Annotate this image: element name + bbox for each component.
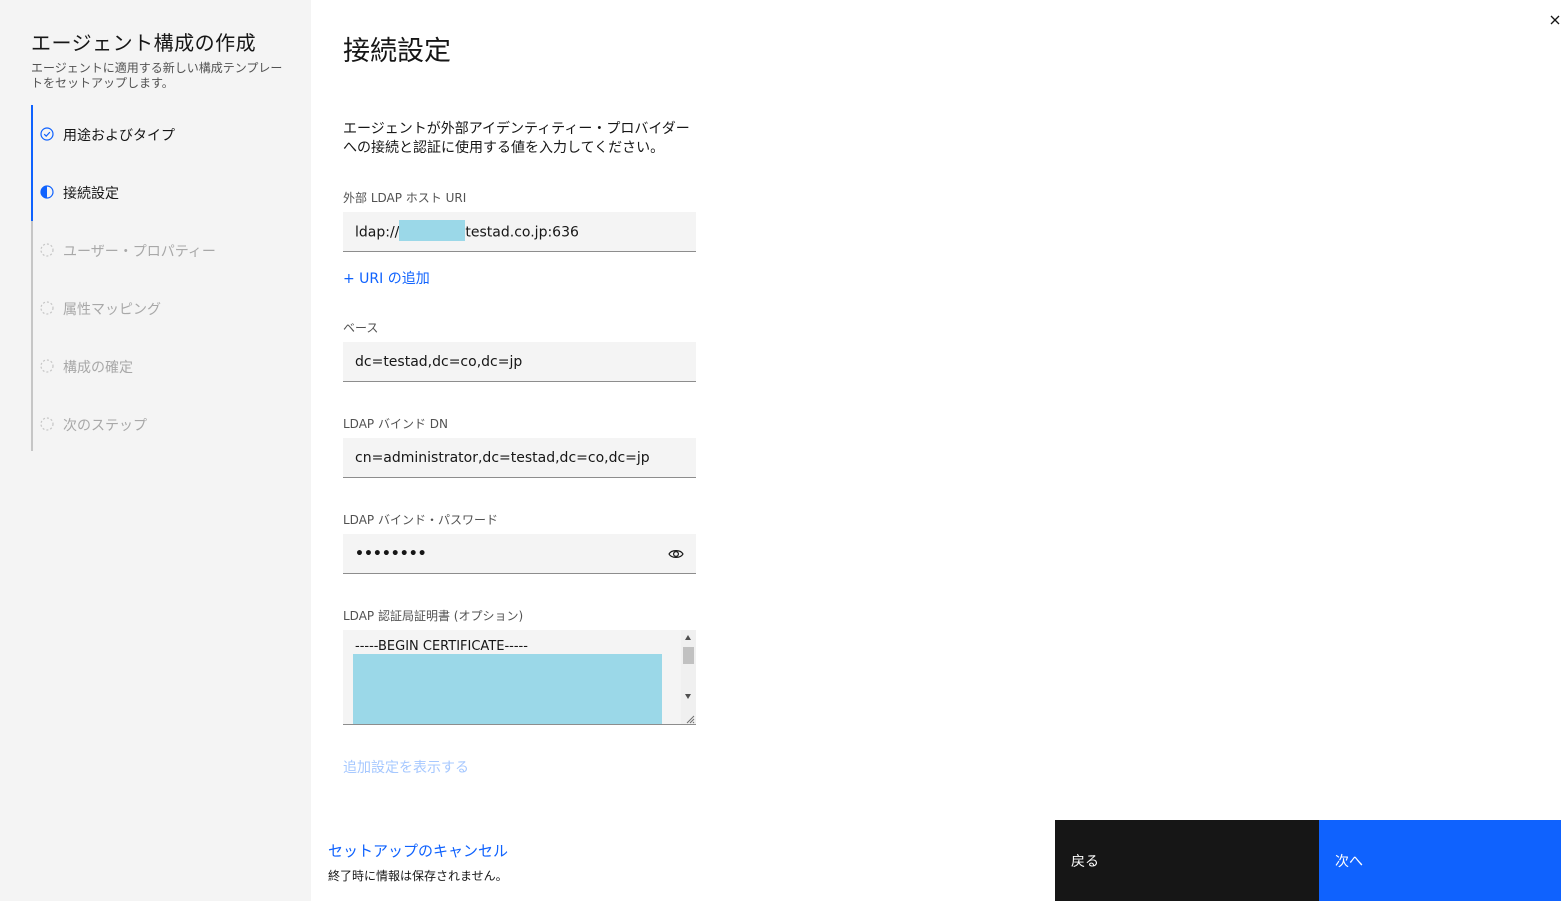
checkmark-outline-icon	[40, 127, 54, 141]
bind-password-label: LDAP バインド・パスワード	[343, 513, 498, 527]
dashed-circle-icon	[40, 301, 54, 315]
scroll-down-arrow-icon[interactable]	[685, 694, 691, 699]
dashed-circle-icon	[40, 417, 54, 431]
step-confirm-configuration[interactable]: 構成の確定	[31, 337, 291, 395]
step-label: 次のステップ	[63, 418, 147, 434]
step-next-steps[interactable]: 次のステップ	[31, 395, 291, 451]
ldap-uri-label: 外部 LDAP ホスト URI	[343, 191, 467, 205]
step-label: ユーザー・プロパティー	[63, 244, 216, 260]
page-title: 接続設定	[343, 36, 451, 67]
step-usage-and-type[interactable]: 用途およびタイプ	[31, 105, 291, 163]
cancel-note: 終了時に情報は保存されません。	[328, 869, 508, 883]
textarea-scrollbar[interactable]	[681, 630, 696, 724]
scroll-up-arrow-icon[interactable]	[685, 635, 691, 640]
ca-cert-label: LDAP 認証局証明書 (オプション)	[343, 609, 524, 623]
bind-password-input[interactable]: ••••••••	[343, 534, 696, 574]
step-label: 構成の確定	[63, 360, 133, 376]
step-label: 接続設定	[63, 186, 119, 202]
dashed-circle-icon	[40, 243, 54, 257]
ldap-uri-prefix: ldap://	[355, 224, 400, 241]
ldap-uri-suffix: testad.co.jp:636	[465, 224, 579, 241]
bind-dn-input[interactable]: cn=administrator,dc=testad,dc=co,dc=jp	[343, 438, 696, 478]
step-attribute-mapping[interactable]: 属性マッピング	[31, 279, 291, 337]
dashed-circle-icon	[40, 359, 54, 373]
ldap-uri-input[interactable]: ldap:// testad.co.jp:636	[343, 212, 696, 252]
next-button[interactable]: 次へ	[1319, 820, 1561, 901]
redacted-certificate	[353, 654, 662, 724]
scroll-thumb[interactable]	[683, 647, 694, 664]
sidebar-description: エージェントに適用する新しい構成テンプレートをセットアップします。	[31, 61, 283, 90]
intro-text: エージェントが外部アイデンティティー・プロバイダーへの接続と認証に使用する値を入…	[343, 121, 690, 156]
step-user-properties[interactable]: ユーザー・プロパティー	[31, 221, 291, 279]
incomplete-half-icon	[40, 185, 54, 199]
progress-indicator: 用途およびタイプ 接続設定 ユーザー・プロパティー 属性マッピング 構成の確定 …	[31, 105, 291, 451]
close-icon[interactable]	[1549, 14, 1561, 26]
cert-first-line: -----BEGIN CERTIFICATE-----	[355, 639, 528, 654]
base-label: ベース	[343, 321, 379, 335]
ca-cert-textarea[interactable]: -----BEGIN CERTIFICATE-----	[343, 630, 696, 725]
resize-grip-icon[interactable]	[685, 714, 695, 724]
eye-icon[interactable]	[668, 547, 684, 561]
sidebar-title: エージェント構成の作成	[31, 31, 257, 55]
redacted-host	[399, 220, 466, 241]
show-advanced-link[interactable]: 追加設定を表示する	[343, 757, 469, 777]
back-button[interactable]: 戻る	[1055, 820, 1319, 901]
step-label: 属性マッピング	[63, 302, 161, 318]
step-connection-settings[interactable]: 接続設定	[31, 163, 291, 221]
step-label: 用途およびタイプ	[63, 128, 175, 144]
base-input[interactable]: dc=testad,dc=co,dc=jp	[343, 342, 696, 382]
password-value: ••••••••	[355, 546, 427, 562]
cancel-setup-link[interactable]: セットアップのキャンセル	[328, 840, 508, 861]
progress-sidebar: エージェント構成の作成 エージェントに適用する新しい構成テンプレートをセットアッ…	[0, 0, 311, 901]
bind-dn-label: LDAP バインド DN	[343, 417, 449, 431]
add-uri-link[interactable]: + URI の追加	[343, 268, 430, 288]
